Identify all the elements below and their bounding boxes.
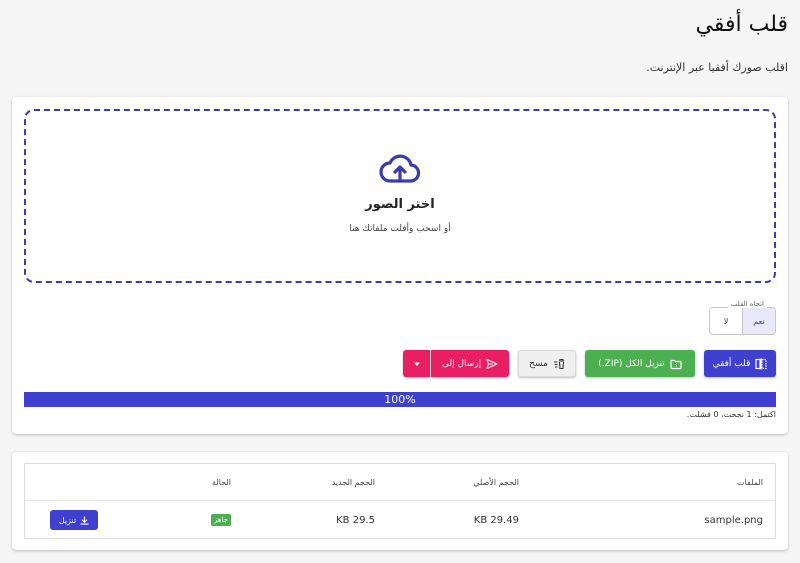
header-new-size: الحجم الجديد [331,477,375,487]
flip-direction-toggle: اتجاه القلب نعم لا [709,300,776,335]
header-files: الملفات [737,477,763,487]
caret-down-icon [413,362,420,366]
status-badge: جاهز [210,514,231,526]
folder-zip-icon [670,359,682,369]
flip-horizontal-button[interactable]: قلب أفقي [704,350,776,377]
flip-horizontal-label: قلب أفقي [712,358,751,369]
table-row: sample.png KB 29.49 KB 29.5 جاهز تنزيل [25,501,775,539]
toggle-option-yes[interactable]: نعم [743,308,775,334]
original-size: KB 29.49 [473,514,519,526]
progress-label: 100% [384,393,416,406]
status-cell: جاهز [210,501,231,539]
clear-button[interactable]: مسح [518,350,576,377]
cloud-upload-icon [379,154,421,183]
flip-direction-legend: اتجاه القلب [727,300,767,308]
flip-icon [755,358,768,369]
flip-tool-card: اختر الصور أو اسحب وأفلت ملفاتك هنا اتجا… [12,97,788,434]
send-icon [486,358,498,369]
send-to-button[interactable]: إرسال إلى [431,350,509,377]
image-dropzone[interactable]: اختر الصور أو اسحب وأفلت ملفاتك هنا [24,109,776,283]
dropzone-hint: أو اسحب وأفلت ملفاتك هنا [349,224,451,234]
page-subtitle: اقلب صورك أفقيا عبر الإنترنت. [646,61,788,74]
dropzone-title: اختر الصور [365,197,435,212]
header-status: الحالة [212,477,231,487]
header-original-size: الحجم الأصلي [473,477,519,487]
file-name: sample.png [704,514,763,526]
download-all-zip-label: تنزيل الكل (ZIP.) [598,358,665,369]
download-icon [80,515,89,525]
table-header: الملفات الحجم الأصلي الحجم الجديد الحالة [25,464,775,501]
new-size: KB 29.5 [336,514,375,526]
download-file-label: تنزيل [58,515,77,525]
toggle-option-no[interactable]: لا [710,308,743,334]
download-all-zip-button[interactable]: تنزيل الكل (ZIP.) [585,350,695,377]
send-to-label: إرسال إلى [441,358,482,369]
status-summary: اكتمل: 1 نجحت، 0 فشلت. [686,410,776,419]
clear-label: مسح [529,358,548,369]
send-to-menu-button[interactable] [403,350,430,377]
page-title: قلب أفقي [695,12,789,37]
results-table: الملفات الحجم الأصلي الحجم الجديد الحالة… [24,463,776,539]
results-card: الملفات الحجم الأصلي الحجم الجديد الحالة… [12,452,788,550]
download-file-button[interactable]: تنزيل [50,510,98,530]
delete-sweep-icon [553,358,564,369]
progress-bar: 100% [24,392,776,407]
